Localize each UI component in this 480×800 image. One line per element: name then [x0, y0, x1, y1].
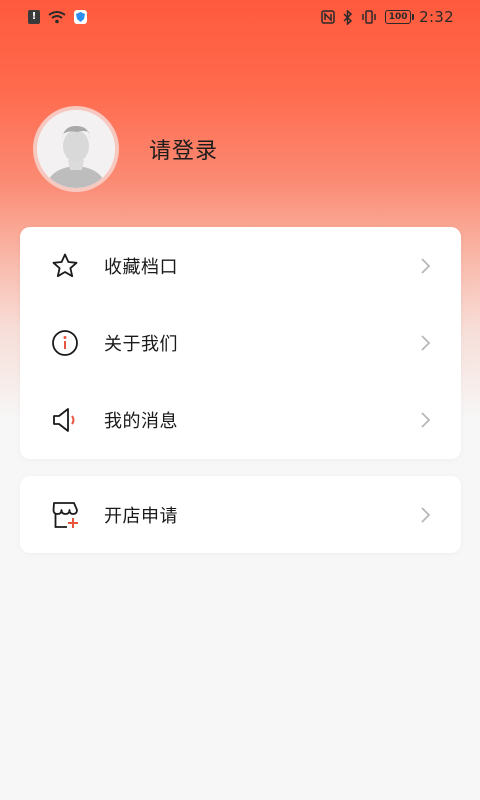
menu-item-favorites[interactable]: 收藏档口: [20, 227, 461, 304]
speaker-icon: [50, 405, 80, 435]
menu-item-label: 收藏档口: [104, 256, 178, 278]
menu-item-label: 开店申请: [104, 505, 178, 527]
menu-item-label: 我的消息: [104, 410, 178, 432]
default-avatar-icon: [37, 110, 115, 188]
profile-header[interactable]: 请登录: [33, 106, 218, 192]
status-bar: ! 100 2:32: [0, 0, 480, 34]
info-circle-icon: [50, 328, 80, 358]
star-icon: [50, 251, 80, 281]
vibrate-icon: [362, 10, 376, 24]
menu-item-shop-apply[interactable]: 开店申请: [20, 476, 461, 553]
login-prompt[interactable]: 请登录: [149, 133, 218, 165]
menu-item-label: 关于我们: [104, 333, 178, 355]
security-shield-icon: [74, 10, 87, 24]
nfc-icon: [321, 10, 335, 24]
chevron-right-icon: [421, 334, 431, 351]
shop-apply-card: 开店申请: [20, 476, 461, 553]
chevron-right-icon: [421, 411, 431, 428]
wifi-icon: [48, 11, 66, 24]
alert-icon: !: [28, 10, 40, 24]
store-add-icon: [50, 500, 80, 530]
menu-card: 收藏档口 关于我们 我的消息: [20, 227, 461, 459]
status-time: 2:32: [419, 8, 454, 26]
chevron-right-icon: [421, 257, 431, 274]
chevron-right-icon: [421, 506, 431, 523]
avatar[interactable]: [33, 106, 119, 192]
menu-item-messages[interactable]: 我的消息: [20, 381, 461, 458]
bluetooth-icon: [343, 9, 353, 25]
menu-item-about[interactable]: 关于我们: [20, 304, 461, 381]
battery-icon: 100: [385, 10, 415, 24]
